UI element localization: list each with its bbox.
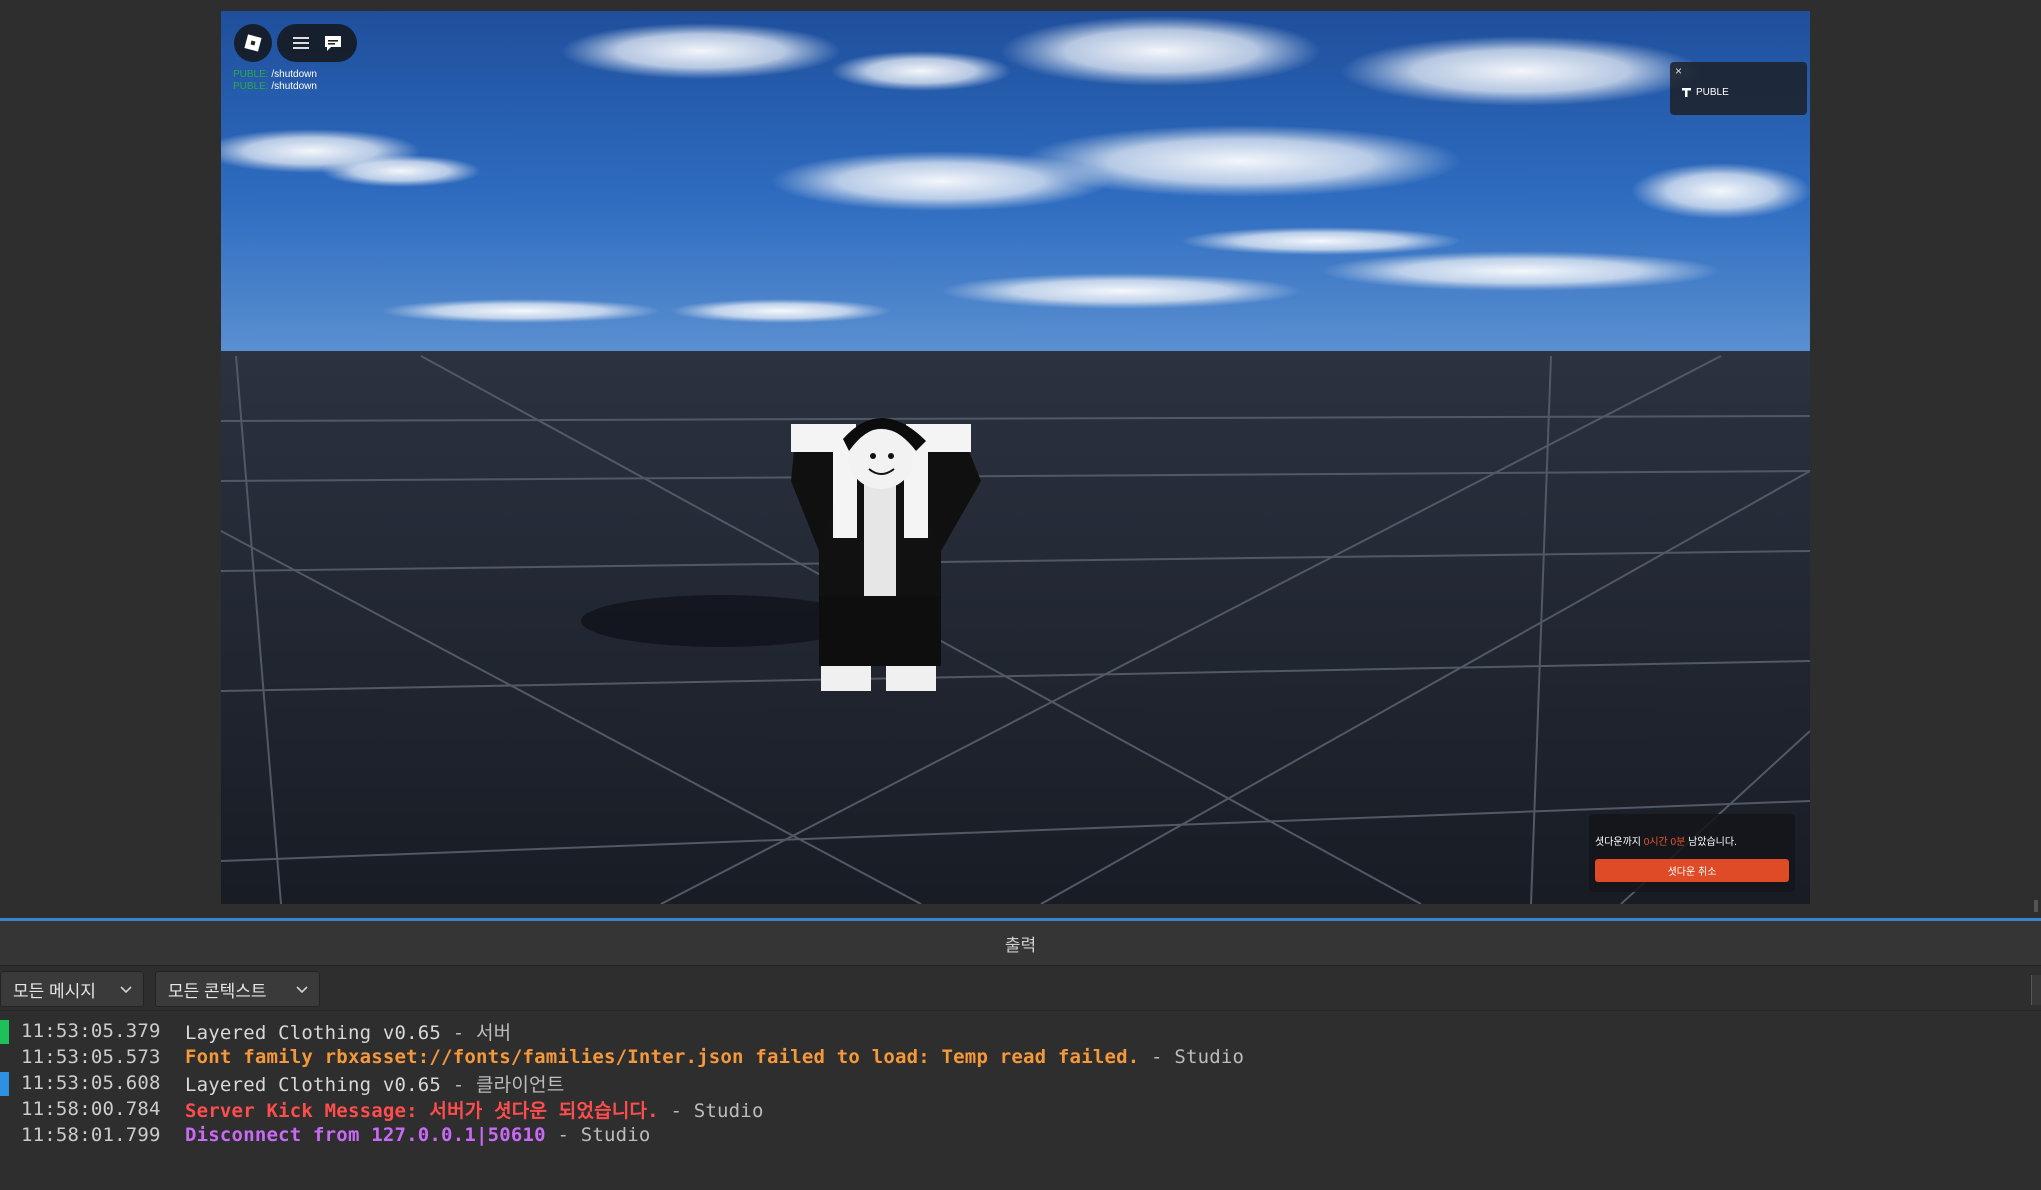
hamburger-icon[interactable] xyxy=(292,36,310,50)
log-time: 11:53:05.379 xyxy=(21,1020,161,1042)
studio-viewport-area: PUBLE: /shutdown PUBLE: /shutdown × PUBL… xyxy=(0,0,2041,918)
shutdown-countdown: 셧다운까지 0시간 0분 남았습니다. xyxy=(1595,837,1737,848)
chevron-down-icon xyxy=(120,986,132,994)
log-message: Disconnect from 127.0.0.1|50610 - Studio xyxy=(185,1124,651,1146)
puble-row[interactable]: PUBLE xyxy=(1681,87,1729,98)
chat-line: PUBLE: /shutdown xyxy=(233,81,317,92)
log-row[interactable]: 11:58:00.784 Server Kick Message: 서버가 셧다… xyxy=(0,1096,2041,1122)
output-title: 출력 xyxy=(1004,935,1037,955)
log-message: Server Kick Message: 서버가 셧다운 되었습니다. - St… xyxy=(185,1099,764,1122)
log-time: 11:58:01.799 xyxy=(21,1124,161,1146)
close-icon[interactable]: × xyxy=(1675,64,1682,78)
log-row[interactable]: 11:58:01.799 Disconnect from 127.0.0.1|5… xyxy=(0,1122,2041,1148)
log-message: Font family rbxasset://fonts/families/In… xyxy=(185,1046,1245,1068)
log-time: 11:53:05.608 xyxy=(21,1072,161,1094)
log-time: 11:58:00.784 xyxy=(21,1098,161,1120)
puble-logo-icon xyxy=(1682,88,1691,97)
log-row[interactable]: 11:53:05.379 Layered Clothing v0.65 - 서버 xyxy=(0,1018,2041,1044)
shutdown-panel: 셧다운까지 0시간 0분 남았습니다. 셧다운 취소 xyxy=(1589,814,1795,892)
chat-line: PUBLE: /shutdown xyxy=(233,69,317,80)
output-header: 출력 xyxy=(0,921,2041,966)
message-filter-dropdown[interactable]: 모든 메시지 xyxy=(0,971,144,1007)
log-list: 11:53:05.379 Layered Clothing v0.65 - 서버… xyxy=(0,1018,2041,1148)
log-row[interactable]: 11:53:05.608 Layered Clothing v0.65 - 클라… xyxy=(0,1070,2041,1096)
client-marker xyxy=(0,1072,9,1096)
puble-label: PUBLE xyxy=(1696,87,1729,98)
game-viewport[interactable]: PUBLE: /shutdown PUBLE: /shutdown × PUBL… xyxy=(221,11,1810,904)
scroll-handle[interactable] xyxy=(2034,900,2038,912)
roblox-logo-icon xyxy=(244,34,262,52)
chevron-down-icon xyxy=(296,986,308,994)
game-scene xyxy=(221,11,1810,904)
log-message: Layered Clothing v0.65 - 클라이언트 xyxy=(185,1073,565,1096)
chat-log: PUBLE: /shutdown PUBLE: /shutdown xyxy=(233,69,317,93)
output-panel: 출력 모든 메시지 모든 콘텍스트 11:53:05.379 Layered C… xyxy=(0,918,2041,1190)
topbar-pill xyxy=(277,24,357,62)
message-filter-label: 모든 메시지 xyxy=(13,981,96,1001)
filter-search-box[interactable] xyxy=(2031,975,2041,1005)
context-filter-dropdown[interactable]: 모든 콘텍스트 xyxy=(155,971,320,1007)
context-filter-label: 모든 콘텍스트 xyxy=(168,981,267,1001)
roblox-menu-button[interactable] xyxy=(234,24,272,62)
output-filter-bar: 모든 메시지 모든 콘텍스트 xyxy=(0,967,2041,1011)
chat-icon[interactable] xyxy=(323,34,343,52)
server-marker xyxy=(0,1020,9,1044)
puble-panel: × PUBLE xyxy=(1670,62,1807,115)
log-time: 11:53:05.573 xyxy=(21,1046,161,1068)
log-message: Layered Clothing v0.65 - 서버 xyxy=(185,1021,512,1044)
shutdown-cancel-button[interactable]: 셧다운 취소 xyxy=(1595,859,1789,882)
log-row[interactable]: 11:53:05.573 Font family rbxasset://font… xyxy=(0,1044,2041,1070)
